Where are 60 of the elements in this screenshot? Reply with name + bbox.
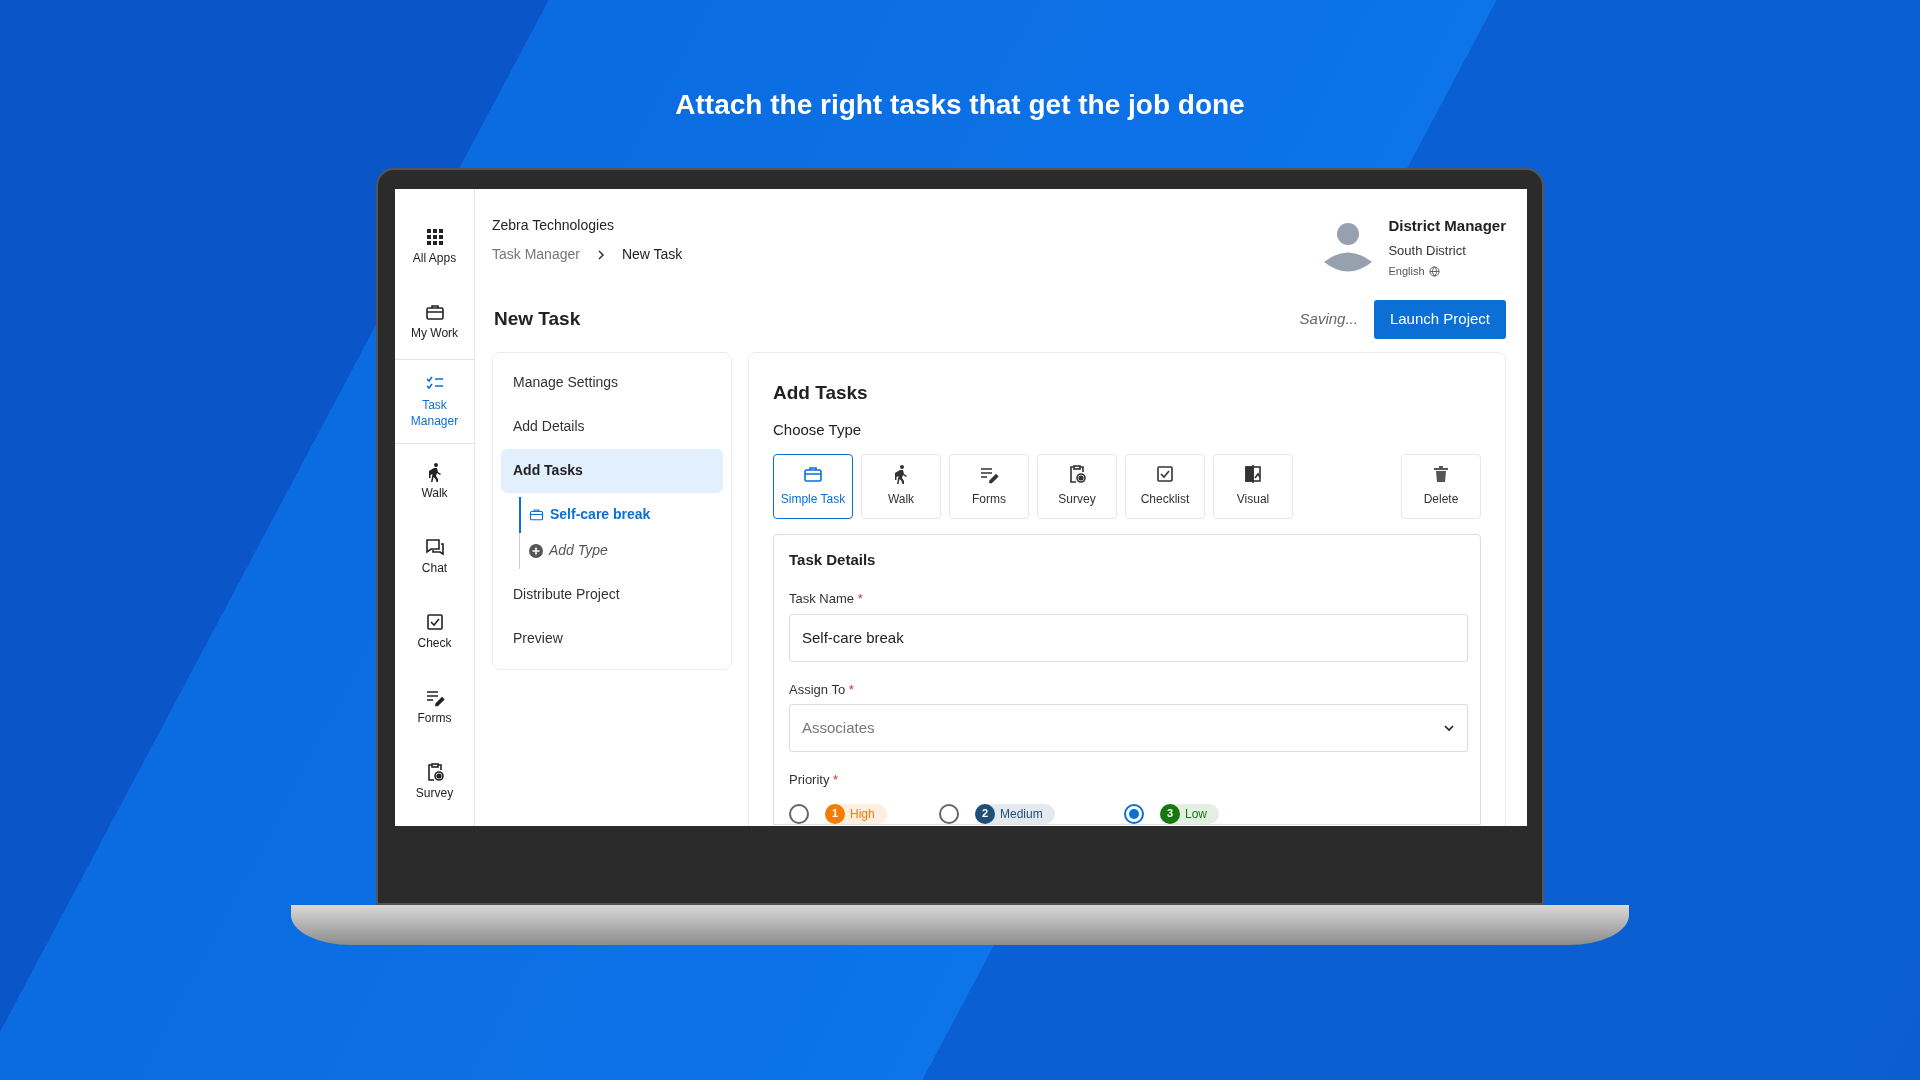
task-type-button[interactable]: Forms [949,453,1029,519]
radio-button[interactable] [789,803,809,824]
field-label: Priority * [789,771,840,789]
step-item[interactable]: Add Tasks [501,448,723,493]
task-type-button[interactable]: Survey [1037,453,1117,519]
sidebar-item[interactable]: My Work [395,284,474,359]
chevron-right-icon [595,249,606,260]
task-list-item[interactable]: Self-care break [519,496,723,533]
headline: Attach the right tasks that get the job done [674,88,1246,122]
step-item[interactable]: Manage Settings [501,360,723,405]
task-type-button[interactable]: Visual [1213,453,1293,519]
launch-project-button[interactable]: Launch Project [1373,299,1506,339]
briefcase-icon [803,464,823,484]
breadcrumb-current: New Task [621,245,683,264]
field-label: Assign To * [789,680,855,699]
task-type-button[interactable]: Delete [1401,453,1481,519]
split-image-icon [1243,464,1263,484]
sidebar-item[interactable]: Check [395,594,474,669]
company-name: Zebra Technologies [492,216,615,235]
priority-tag: 2 Medium [975,803,1055,824]
avatar-silhouette-icon [1324,221,1373,274]
step-item[interactable]: Preview [501,616,723,661]
checkbox-icon [424,611,445,632]
trash-icon [1431,464,1451,484]
section-title: Add Tasks [773,380,869,405]
priority-tag: 1 High [825,803,887,824]
sidebar-item[interactable]: Survey [395,744,474,819]
saving-status: Saving... [1299,308,1358,329]
breadcrumb-link[interactable]: Task Manager [492,244,580,265]
user-district: South District [1388,241,1467,260]
task-name-field[interactable]: Self-care break [789,613,1468,662]
checkbox-icon [1155,464,1175,484]
user-role: District Manager [1388,216,1506,236]
add-type-link[interactable]: Add Type [519,532,723,569]
sidebar-item[interactable]: Forms [395,669,474,744]
grid-icon [424,226,445,247]
task-type-button[interactable]: Simple Task [773,453,853,519]
sidebar-item[interactable]: All Apps [395,209,474,284]
radio-button[interactable] [939,803,959,824]
choose-type-label: Choose Type [773,420,863,440]
sidebar-item[interactable]: Walk [395,444,474,519]
step-item[interactable]: Distribute Project [501,572,723,617]
briefcase-icon [529,507,544,522]
page-title: New Task [493,306,581,331]
step-item[interactable]: Add Details [501,404,723,449]
sidebar-item[interactable]: Chat [395,519,474,594]
chevron-down-icon [1443,722,1455,734]
panel-title: Task Details [789,549,877,570]
language-label: English [1388,264,1425,279]
radio-button[interactable] [1124,803,1144,824]
globe-icon [1428,265,1440,277]
task-type-button[interactable]: Walk [861,453,941,519]
task-type-button[interactable]: Checklist [1125,453,1205,519]
clipboard-icon [1067,464,1087,484]
priority-tag: 3 Low [1160,803,1219,824]
sidebar-item[interactable]: Task Manager [395,359,474,444]
plus-circle-icon [529,543,543,558]
field-label: Task Name * [789,590,864,608]
assign-to-select[interactable]: Associates [789,704,1468,752]
chat-icon [424,536,445,557]
